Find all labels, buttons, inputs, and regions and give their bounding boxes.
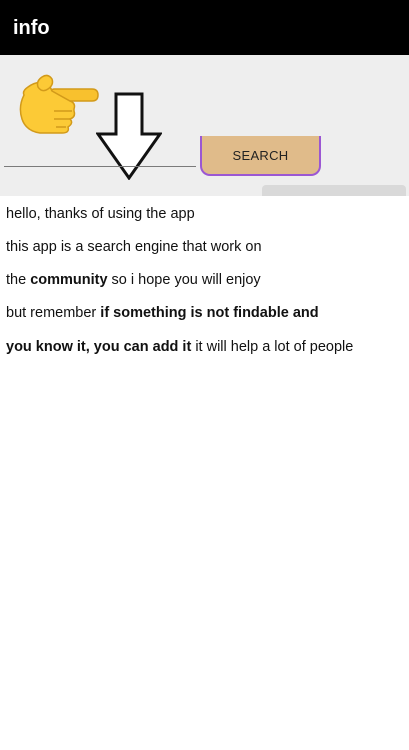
app-bar: info (0, 0, 409, 55)
message-line-5: you know it, you can add it it will help… (6, 339, 354, 355)
message-line-3: the community so i hope you will enjoy (6, 272, 261, 288)
message-line-2: this app is a search engine that work on (6, 239, 262, 255)
message-line-4: but remember if something is not findabl… (6, 305, 319, 321)
search-button[interactable]: SEARCH (200, 136, 321, 176)
search-input[interactable] (4, 142, 196, 167)
info-text-area: hello, thanks of using the app this app … (0, 196, 409, 750)
app-bar-title: info (13, 17, 50, 39)
message-line-1: hello, thanks of using the app (6, 206, 195, 222)
hand-pointing-right-icon (19, 74, 99, 134)
